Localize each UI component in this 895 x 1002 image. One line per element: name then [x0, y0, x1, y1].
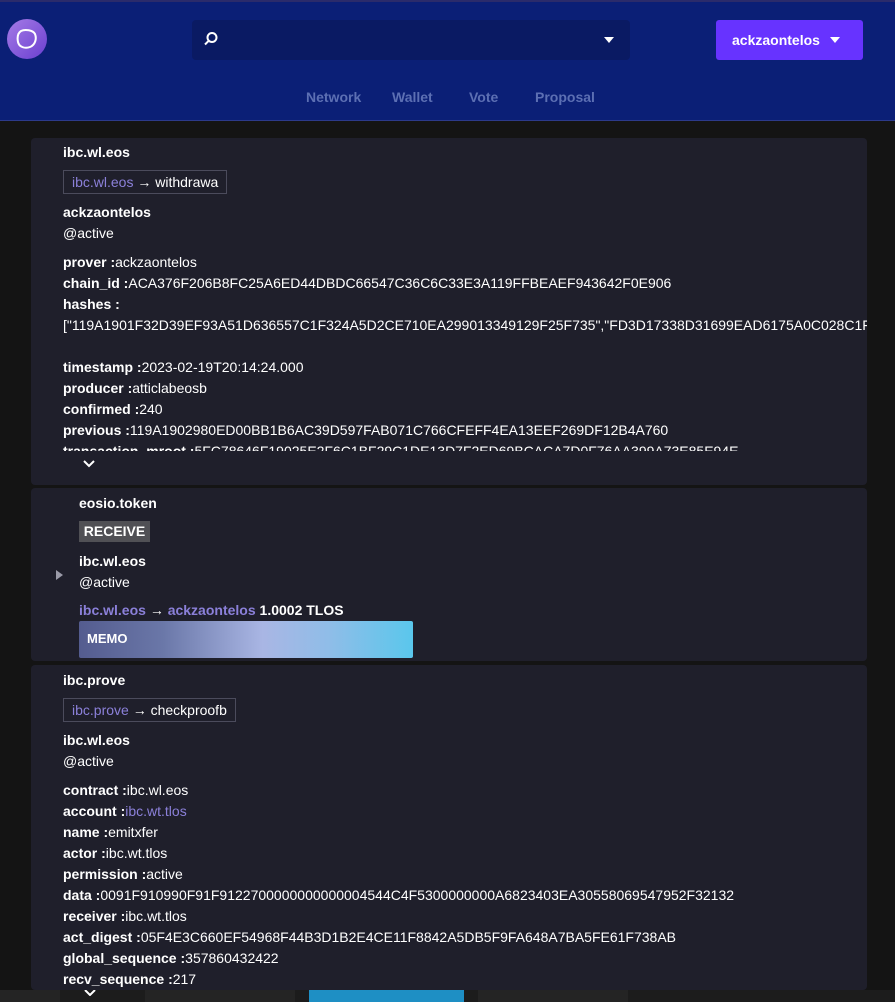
arrow: →: [137, 174, 152, 190]
action-contract[interactable]: ibc.wl.eos: [72, 174, 133, 190]
transfer-amount: 1.0002 TLOS: [259, 602, 344, 618]
nav-vote[interactable]: Vote: [469, 89, 498, 105]
transfer-line: ibc.wl.eos → ackzaontelos 1.0002 TLOS: [79, 602, 344, 618]
authorization-permission: @active: [79, 574, 130, 590]
top-header: ackzaontelos Network Wallet Vote Proposa…: [0, 0, 895, 121]
field-global-sequence: global_sequence :357860432422: [63, 950, 279, 966]
field-chain-id: chain_id :ACA376F206B8FC25A6ED44DBDC6654…: [63, 275, 672, 291]
authorization-actor[interactable]: ibc.wl.eos: [63, 732, 130, 748]
action-card-transfer: eosio.token RECEIVE ibc.wl.eos @active i…: [31, 488, 867, 661]
field-clip: transaction_mroot :5FC78646F19025E2F6C1B…: [31, 442, 867, 451]
chevron-down-icon[interactable]: [84, 990, 96, 996]
card-title: eosio.token: [79, 495, 157, 511]
bottom-segment: [145, 990, 295, 1002]
authorization-permission: @active: [63, 225, 114, 241]
receive-badge: RECEIVE: [79, 521, 150, 542]
transfer-to[interactable]: ackzaontelos: [168, 602, 256, 618]
field-account: account :ibc.wt.tlos: [63, 803, 187, 819]
arrow: →: [132, 702, 147, 718]
bottom-strip: [0, 990, 895, 1002]
action-name-box: ibc.wl.eos → withdrawa: [63, 170, 228, 194]
field-previous: previous :119A1902980ED00BB1B6AC39D597FA…: [63, 422, 669, 438]
transfer-from[interactable]: ibc.wl.eos: [79, 602, 146, 618]
app-logo-icon[interactable]: [7, 19, 47, 59]
field-contract: contract :ibc.wl.eos: [63, 782, 189, 798]
field-permission: permission :active: [63, 866, 183, 882]
field-hashes: hashes :: [63, 296, 120, 312]
chevron-down-icon[interactable]: [83, 460, 95, 468]
field-producer: producer :atticlabeosb: [63, 380, 207, 396]
nav-wallet[interactable]: Wallet: [392, 89, 433, 105]
field-act-digest: act_digest :05F4E3C660EF54968F44B3D1B2E4…: [63, 929, 677, 945]
account-button[interactable]: ackzaontelos: [716, 20, 863, 60]
field-receiver: receiver :ibc.wt.tlos: [63, 908, 187, 924]
nav-proposal[interactable]: Proposal: [535, 89, 595, 105]
field-clip: recv_sequence :217: [31, 970, 867, 990]
search-dropdown-caret-icon[interactable]: [604, 37, 614, 43]
action-name: withdrawa: [155, 174, 219, 190]
field-data: data :0091F910990F91F9122700000000000004…: [63, 887, 735, 903]
field-actor: actor :ibc.wt.tlos: [63, 845, 168, 861]
field-transaction-mroot: transaction_mroot :5FC78646F19025E2F6C1B…: [63, 443, 739, 451]
action-contract[interactable]: ibc.prove: [72, 702, 129, 718]
account-button-label: ackzaontelos: [732, 32, 820, 48]
memo-bar: MEMO: [79, 621, 413, 658]
chevron-down-icon: [830, 37, 840, 43]
authorization-actor[interactable]: ackzaontelos: [63, 204, 151, 220]
nav-network[interactable]: Network: [306, 89, 361, 105]
field-hashes-value: ["119A1901F32D39EF93A51D636557C1F324A5D2…: [63, 317, 867, 333]
bottom-segment-active: [309, 990, 464, 1002]
search-icon: [204, 32, 218, 46]
authorization-permission: @active: [63, 753, 114, 769]
card-title: ibc.prove: [63, 672, 126, 688]
field-prover: prover :ackzaontelos: [63, 254, 197, 270]
expand-triangle-icon[interactable]: [56, 570, 64, 580]
search-bar[interactable]: [192, 20, 630, 60]
field-confirmed: confirmed :240: [63, 401, 163, 417]
memo-label: MEMO: [87, 631, 128, 646]
action-name-box: ibc.prove → checkproofb: [63, 698, 236, 722]
account-link[interactable]: ibc.wt.tlos: [125, 803, 186, 819]
action-name: checkproofb: [150, 702, 227, 718]
bottom-segment: [478, 990, 628, 1002]
bottom-segment: [0, 990, 60, 1002]
action-card-withdrawa: ibc.wl.eos ibc.wl.eos → withdrawa ackzao…: [31, 138, 867, 485]
field-name: name :emitxfer: [63, 824, 158, 840]
card-title: ibc.wl.eos: [63, 144, 130, 160]
authorization-actor[interactable]: ibc.wl.eos: [79, 553, 146, 569]
field-recv-sequence: recv_sequence :217: [63, 971, 197, 987]
arrow: →: [149, 602, 164, 618]
field-timestamp: timestamp :2023-02-19T20:14:24.000: [63, 359, 304, 375]
action-card-checkproofb: ibc.prove ibc.prove → checkproofb ibc.wl…: [31, 665, 867, 990]
